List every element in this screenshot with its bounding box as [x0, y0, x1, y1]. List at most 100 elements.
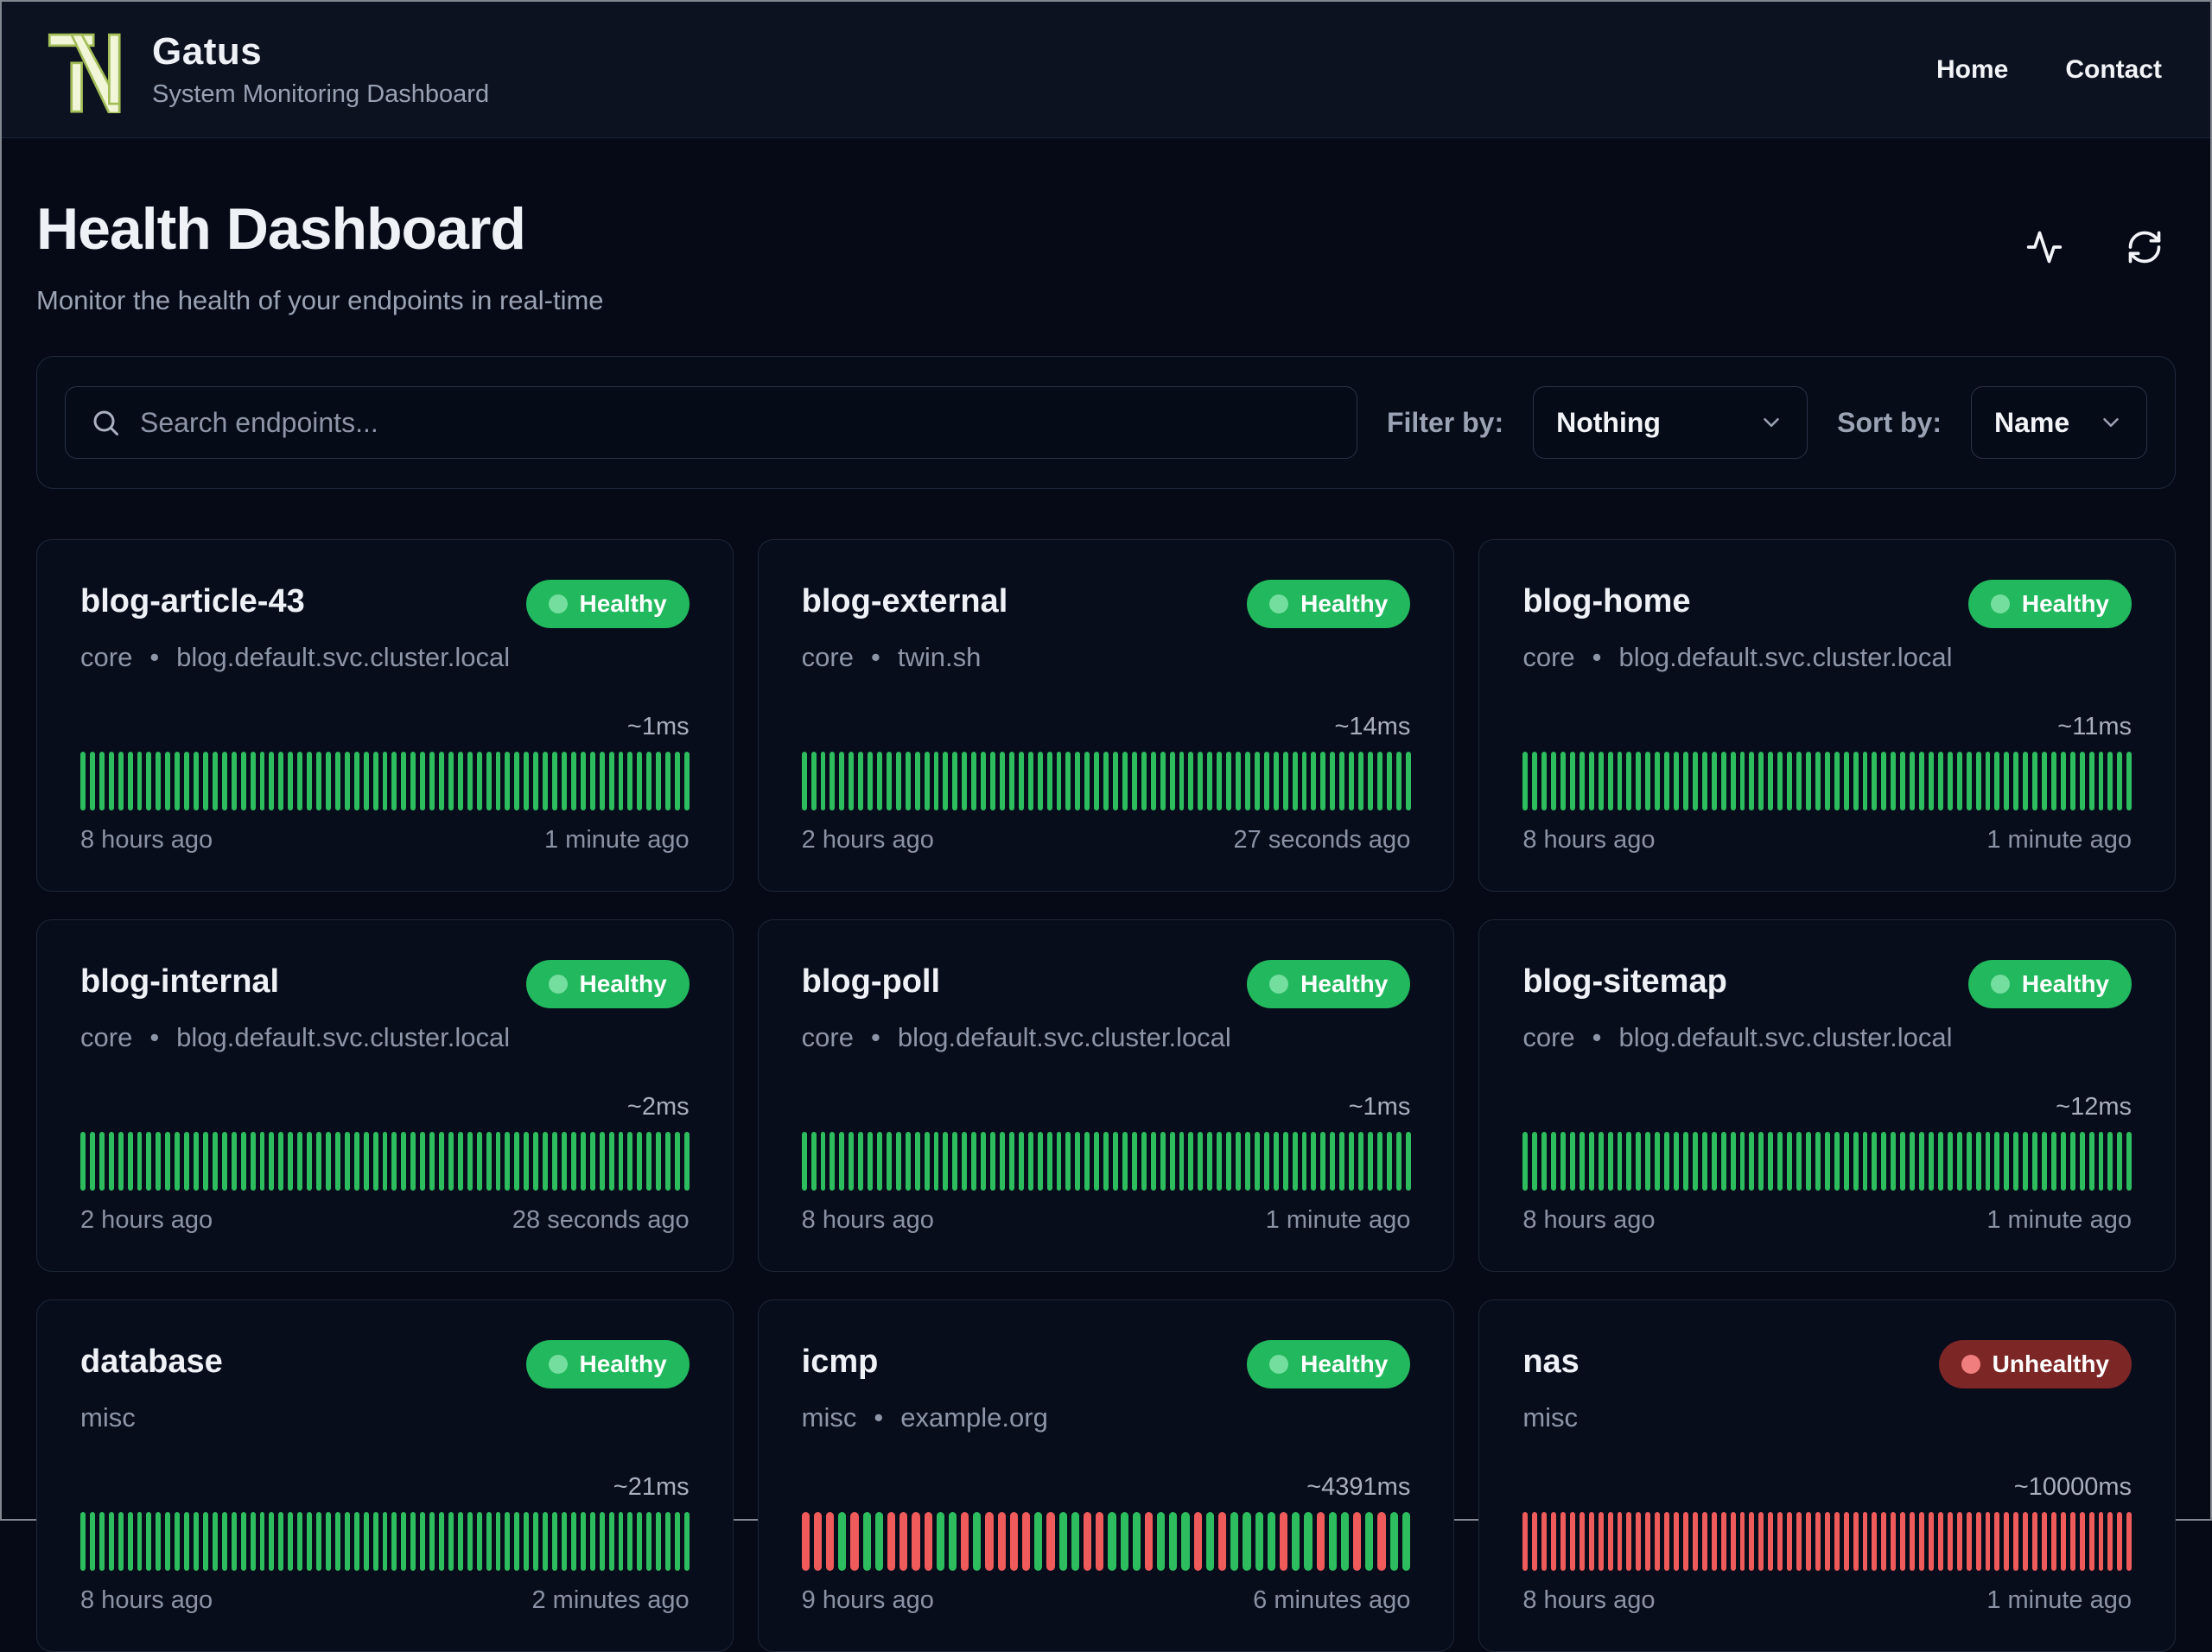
- status-bar[interactable]: [2013, 1132, 2019, 1191]
- status-bar[interactable]: [514, 1512, 520, 1571]
- status-bar[interactable]: [1787, 1512, 1793, 1571]
- status-bar[interactable]: [1607, 1132, 1613, 1191]
- status-bar[interactable]: [1966, 752, 1972, 810]
- status-bar[interactable]: [99, 752, 105, 810]
- status-bar[interactable]: [1711, 1132, 1717, 1191]
- status-bar[interactable]: [259, 752, 265, 810]
- status-bar[interactable]: [307, 1132, 313, 1191]
- status-bar[interactable]: [637, 1132, 643, 1191]
- status-bar[interactable]: [1551, 1132, 1557, 1191]
- status-bar[interactable]: [202, 1132, 208, 1191]
- status-bar[interactable]: [589, 752, 595, 810]
- status-bar[interactable]: [1263, 752, 1269, 810]
- status-bar[interactable]: [391, 752, 397, 810]
- status-bar[interactable]: [363, 752, 369, 810]
- status-bar[interactable]: [580, 752, 586, 810]
- status-bar[interactable]: [514, 752, 520, 810]
- status-bar[interactable]: [353, 752, 359, 810]
- status-bar[interactable]: [1872, 752, 1878, 810]
- status-bar[interactable]: [637, 752, 643, 810]
- status-bar[interactable]: [868, 752, 874, 810]
- status-bar[interactable]: [146, 752, 152, 810]
- status-bar[interactable]: [562, 1132, 567, 1191]
- status-bar[interactable]: [1655, 752, 1661, 810]
- status-bar[interactable]: [933, 1132, 939, 1191]
- status-bar[interactable]: [382, 752, 388, 810]
- status-bar[interactable]: [543, 752, 549, 810]
- status-bar[interactable]: [1560, 752, 1566, 810]
- endpoint-card[interactable]: blog-internal Healthy core • blog.defaul…: [36, 919, 734, 1272]
- status-bar[interactable]: [1034, 1512, 1043, 1571]
- status-bar[interactable]: [1910, 752, 1916, 810]
- status-bar[interactable]: [948, 1512, 957, 1571]
- status-bar[interactable]: [307, 752, 313, 810]
- status-bar[interactable]: [1522, 1512, 1529, 1571]
- search-box[interactable]: [65, 386, 1357, 459]
- status-bar[interactable]: [1891, 752, 1897, 810]
- status-bar[interactable]: [1796, 1512, 1802, 1571]
- status-bar[interactable]: [1617, 1132, 1623, 1191]
- status-bar[interactable]: [439, 752, 444, 810]
- status-bar[interactable]: [1560, 1132, 1566, 1191]
- status-bar[interactable]: [146, 1132, 152, 1191]
- status-bar[interactable]: [184, 752, 190, 810]
- status-bar[interactable]: [801, 1132, 807, 1191]
- status-bar[interactable]: [2117, 1132, 2123, 1191]
- status-bar[interactable]: [952, 1132, 958, 1191]
- status-bar[interactable]: [608, 1512, 614, 1571]
- status-bar[interactable]: [684, 1132, 690, 1191]
- status-bar[interactable]: [618, 1132, 624, 1191]
- status-bar[interactable]: [439, 1132, 444, 1191]
- status-bar[interactable]: [316, 752, 321, 810]
- status-bar[interactable]: [1405, 752, 1411, 810]
- status-bar[interactable]: [476, 1512, 482, 1571]
- endpoint-card[interactable]: blog-external Healthy core • twin.sh ~14…: [757, 539, 1455, 892]
- status-bar[interactable]: [1263, 1132, 1269, 1191]
- status-bar[interactable]: [439, 1512, 444, 1571]
- status-bar[interactable]: [202, 1512, 208, 1571]
- status-bar[interactable]: [2069, 1512, 2075, 1571]
- status-bar[interactable]: [99, 1512, 105, 1571]
- status-bar[interactable]: [250, 752, 256, 810]
- status-bar[interactable]: [495, 752, 501, 810]
- status-bar[interactable]: [1692, 752, 1698, 810]
- status-bar[interactable]: [839, 1132, 845, 1191]
- status-bar[interactable]: [344, 1512, 350, 1571]
- status-bar[interactable]: [1056, 1132, 1062, 1191]
- status-bar[interactable]: [1843, 752, 1849, 810]
- status-bar[interactable]: [2126, 752, 2133, 810]
- status-bar[interactable]: [1218, 1512, 1227, 1571]
- status-bar[interactable]: [505, 1512, 511, 1571]
- status-bar[interactable]: [1405, 1132, 1411, 1191]
- status-bar[interactable]: [684, 752, 690, 810]
- status-bar[interactable]: [194, 1132, 199, 1191]
- status-bar[interactable]: [1947, 1512, 1953, 1571]
- status-bar[interactable]: [1569, 752, 1575, 810]
- status-bar[interactable]: [184, 1132, 190, 1191]
- status-bar[interactable]: [1730, 752, 1736, 810]
- status-bar[interactable]: [334, 1512, 340, 1571]
- status-bar[interactable]: [2032, 752, 2038, 810]
- status-bar[interactable]: [1910, 1132, 1916, 1191]
- status-bar[interactable]: [2042, 1132, 2047, 1191]
- status-bar[interactable]: [137, 752, 143, 810]
- status-bar[interactable]: [1094, 1132, 1100, 1191]
- status-bar[interactable]: [420, 1132, 426, 1191]
- status-bar[interactable]: [2088, 1132, 2094, 1191]
- status-bar[interactable]: [250, 1512, 256, 1571]
- status-bar[interactable]: [1853, 1132, 1859, 1191]
- status-bar[interactable]: [1937, 1512, 1943, 1571]
- status-bar[interactable]: [127, 752, 133, 810]
- status-bar[interactable]: [1768, 1512, 1774, 1571]
- status-bar[interactable]: [1720, 752, 1726, 810]
- status-bar[interactable]: [316, 1512, 321, 1571]
- status-bar[interactable]: [2023, 1132, 2029, 1191]
- status-bar[interactable]: [914, 1132, 920, 1191]
- nav-link-contact[interactable]: Contact: [2065, 55, 2162, 85]
- status-bar[interactable]: [1358, 752, 1363, 810]
- status-bar[interactable]: [495, 1512, 501, 1571]
- status-bar[interactable]: [80, 752, 86, 810]
- status-bar[interactable]: [1071, 1512, 1079, 1571]
- status-bar[interactable]: [1975, 1512, 1981, 1571]
- status-bar[interactable]: [1739, 1132, 1745, 1191]
